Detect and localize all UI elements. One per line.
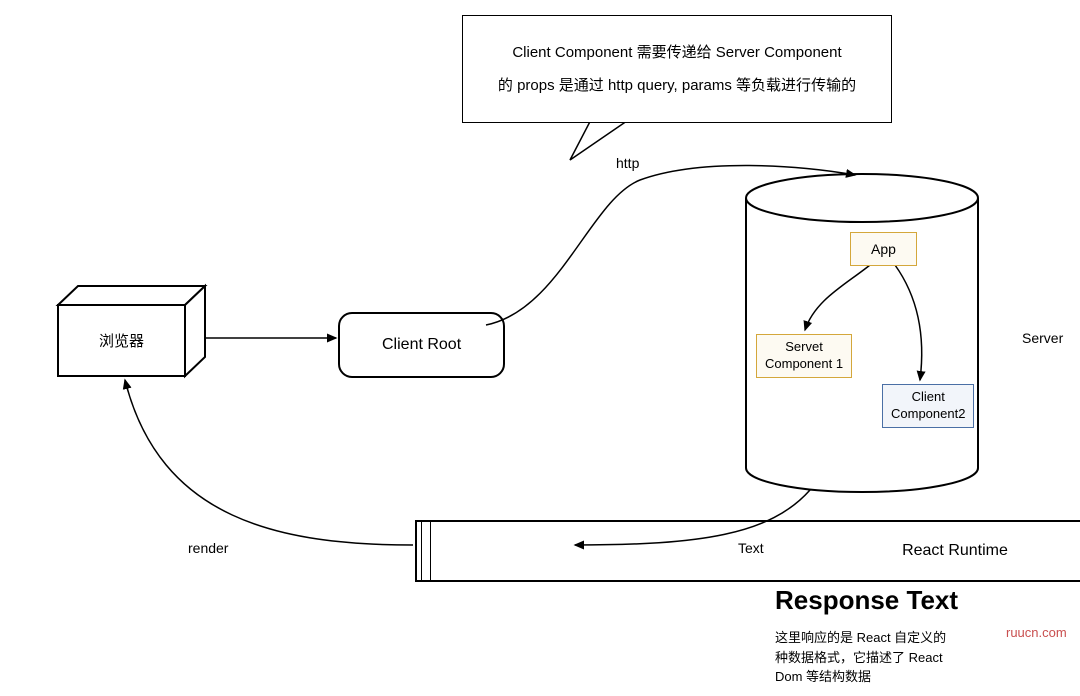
text-label: Text xyxy=(738,540,764,556)
response-heading: Response Text xyxy=(775,585,958,616)
callout-box: Client Component 需要传递给 Server Component … xyxy=(462,15,892,123)
servet-component-node: Servet Component 1 xyxy=(756,334,852,378)
callout-line2: 的 props 是通过 http query, params 等负载进行传输的 xyxy=(498,69,856,102)
watermark-text: ruucn.com xyxy=(1006,625,1067,640)
client-root-node: Client Root xyxy=(338,312,505,378)
response-desc: 这里响应的是 React 自定义的 种数据格式，它描述了 React Dom 等… xyxy=(775,628,946,687)
http-label: http xyxy=(616,155,639,171)
callout-line1: Client Component 需要传递给 Server Component xyxy=(512,36,841,69)
server-label: Server xyxy=(1022,330,1063,346)
browser-node-label: 浏览器 xyxy=(58,305,185,376)
app-node: App xyxy=(850,232,917,266)
client-component2-node: Client Component2 xyxy=(882,384,974,428)
render-label: render xyxy=(188,540,228,556)
